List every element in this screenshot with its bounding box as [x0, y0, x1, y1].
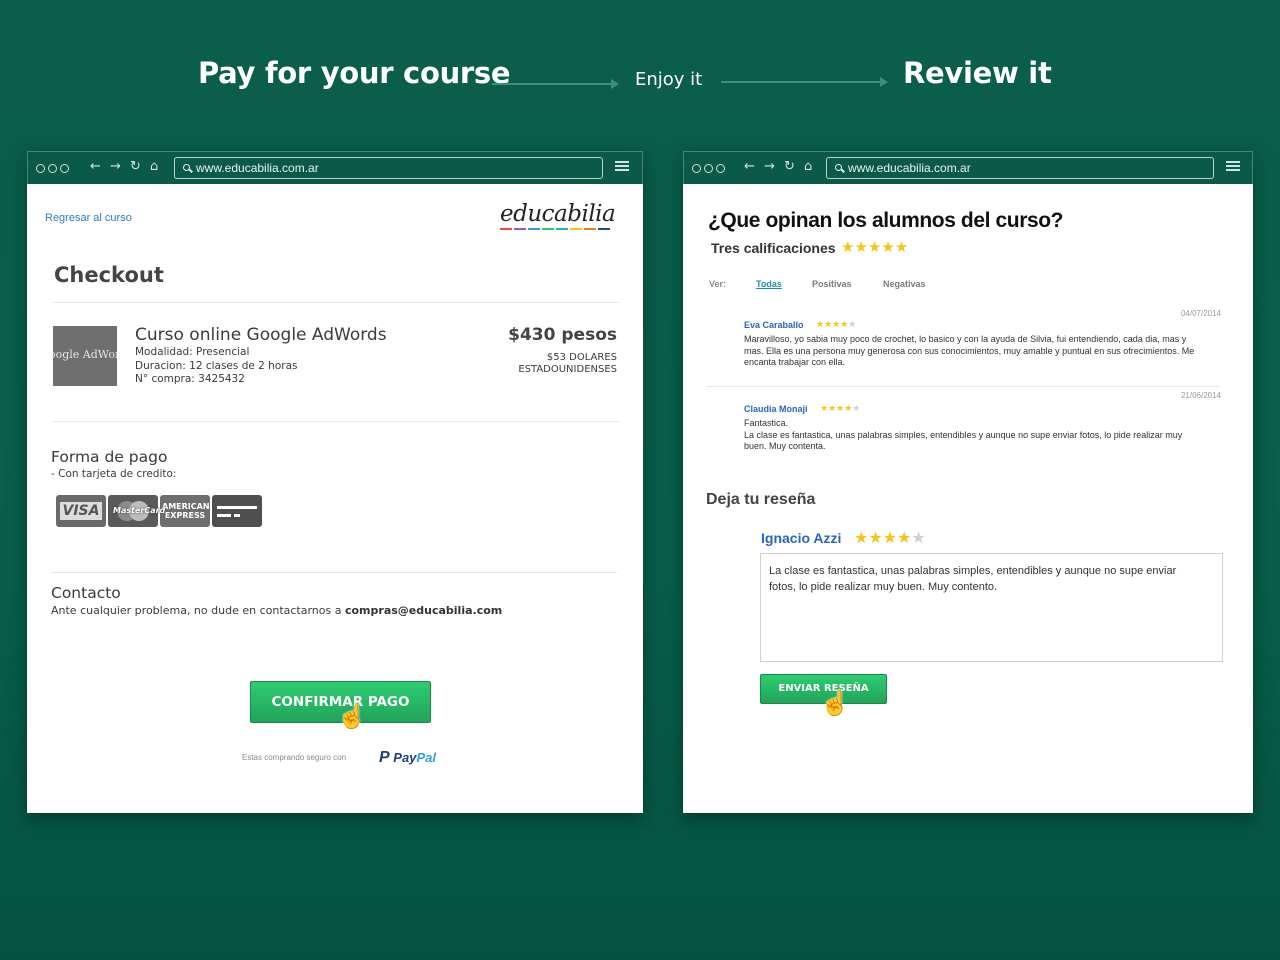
- reviewer-name[interactable]: Eva Caraballo: [744, 320, 804, 330]
- generic-card-icon[interactable]: [212, 495, 262, 527]
- card-logos: VISA MasterCard AMERICAN EXPRESS: [56, 495, 262, 527]
- step-pay-title: Pay for your course: [198, 56, 511, 90]
- divider: [53, 302, 619, 303]
- visa-card-icon[interactable]: VISA: [56, 495, 106, 527]
- address-bar[interactable]: www.educabilia.com.ar: [174, 157, 603, 179]
- course-name: Curso online Google AdWords: [135, 325, 387, 345]
- paypal-p-icon: P: [379, 749, 390, 766]
- course-duracion: Duracion: 12 clases de 2 horas: [135, 360, 298, 372]
- browser-toolbar: ← → ↻ ⌂ www.educabilia.com.ar: [27, 151, 643, 184]
- reviewer-name[interactable]: Claudia Monaji: [744, 404, 808, 414]
- paypal-logo: P PayPal: [379, 749, 436, 766]
- review-stars: ★★★★★: [820, 403, 861, 413]
- contact-title: Contacto: [51, 584, 121, 602]
- price-usd-currency: ESTADOUNIDENSES: [518, 364, 617, 375]
- hamburger-menu-icon[interactable]: [615, 161, 629, 173]
- review-textarea[interactable]: La clase es fantastica, unas palabras si…: [760, 553, 1223, 662]
- review-author-name: Ignacio Azzi: [761, 530, 842, 546]
- back-to-course-link[interactable]: Regresar al curso: [45, 212, 132, 224]
- contact-text: Ante cualquier problema, no dude en cont…: [51, 604, 503, 617]
- address-bar[interactable]: www.educabilia.com.ar: [826, 157, 1214, 179]
- contact-email-link[interactable]: compras@educabilia.com: [345, 604, 502, 617]
- purchase-number: N° compra: 3425432: [135, 373, 245, 385]
- price-usd: $53 DOLARES: [546, 352, 617, 363]
- page-title: Checkout: [54, 263, 164, 287]
- price-pesos: $430 pesos: [508, 325, 617, 345]
- search-icon: [835, 164, 842, 171]
- review-stars: ★★★★★: [816, 319, 857, 329]
- home-icon[interactable]: ⌂: [150, 160, 158, 174]
- mastercard-icon[interactable]: MasterCard: [108, 495, 165, 527]
- url-text: www.educabilia.com.ar: [848, 161, 971, 175]
- checkout-browser-window: ← → ↻ ⌂ www.educabilia.com.ar Regresar a…: [27, 151, 643, 813]
- flow-arrow-1: [492, 79, 619, 89]
- payment-subtitle: - Con tarjeta de credito:: [51, 468, 177, 480]
- flow-arrow-2: [721, 77, 888, 87]
- step-review-title: Review it: [903, 56, 1052, 90]
- divider: [53, 421, 619, 422]
- browser-toolbar: ← → ↻ ⌂ www.educabilia.com.ar: [683, 151, 1253, 184]
- reload-icon[interactable]: ↻: [130, 160, 141, 174]
- leave-review-title: Deja tu reseña: [706, 491, 816, 508]
- hamburger-menu-icon[interactable]: [1226, 161, 1240, 173]
- tab-positivas[interactable]: Positivas: [812, 279, 852, 289]
- course-modalidad: Modalidad: Presencial: [135, 346, 250, 358]
- url-text: www.educabilia.com.ar: [196, 161, 319, 175]
- reviews-count: Tres calificaciones: [711, 240, 836, 256]
- payment-title: Forma de pago: [51, 448, 168, 466]
- window-controls[interactable]: [692, 164, 725, 173]
- hand-cursor-icon: ☝: [820, 690, 850, 717]
- course-thumbnail: oogle AdWord: [53, 326, 117, 386]
- back-arrow-icon[interactable]: ←: [744, 160, 755, 174]
- educabilia-logo: educabilia: [500, 201, 616, 230]
- tab-negativas[interactable]: Negativas: [883, 279, 926, 289]
- step-enjoy-title: Enjoy it: [635, 69, 703, 90]
- review-text: Fantastica. La clase es fantastica, unas…: [744, 418, 1183, 451]
- secure-purchase-text: Estas comprando seguro con: [242, 753, 347, 762]
- back-arrow-icon[interactable]: ←: [90, 160, 101, 174]
- review-browser-window: ← → ↻ ⌂ www.educabilia.com.ar ¿Que opina…: [683, 151, 1253, 813]
- reviews-title: ¿Que opinan los alumnos del curso?: [708, 209, 1064, 232]
- review-date: 21/06/2014: [1180, 391, 1221, 400]
- review-date: 04/07/2014: [1180, 309, 1221, 318]
- hand-cursor-icon: ☝: [337, 703, 367, 730]
- home-icon[interactable]: ⌂: [804, 160, 812, 174]
- search-icon: [183, 164, 190, 171]
- filter-label: Ver:: [709, 279, 727, 289]
- forward-arrow-icon[interactable]: →: [764, 160, 775, 174]
- tab-todas[interactable]: Todas: [756, 279, 782, 289]
- reload-icon[interactable]: ↻: [784, 160, 795, 174]
- divider: [51, 572, 617, 573]
- overall-rating-stars: ★★★★★: [841, 239, 909, 256]
- amex-card-icon[interactable]: AMERICAN EXPRESS: [160, 495, 210, 527]
- divider: [706, 386, 1220, 387]
- forward-arrow-icon[interactable]: →: [110, 160, 121, 174]
- review-text: Maravilloso, yo sabia muy poco de croche…: [744, 334, 1195, 367]
- review-rating-input[interactable]: ★★★★★: [854, 528, 926, 548]
- window-controls[interactable]: [36, 164, 69, 173]
